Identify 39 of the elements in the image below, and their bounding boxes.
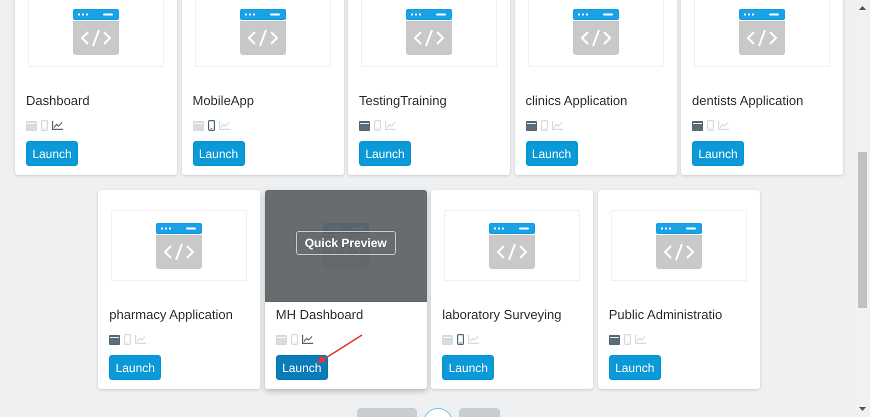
code-window-icon <box>489 222 536 268</box>
app-title: clinics Application <box>526 93 628 109</box>
app-title: MH Dashboard <box>276 307 364 323</box>
scroll-up-icon[interactable] <box>859 6 866 10</box>
scrollbar-thumb[interactable] <box>858 152 867 308</box>
launch-button[interactable]: Launch <box>192 141 244 166</box>
app-card[interactable]: Quick Preview MH Dashboard Launch <box>264 190 427 389</box>
code-window-icon <box>240 8 286 54</box>
app-title: pharmacy Application <box>109 307 234 323</box>
code-window-icon <box>572 8 618 54</box>
code-window-icon <box>406 8 452 54</box>
launch-button[interactable]: Launch <box>442 355 494 380</box>
launch-button[interactable]: Launch <box>276 355 328 380</box>
code-window-icon <box>739 8 785 54</box>
app-card[interactable]: pharmacy Application Launch <box>98 190 260 389</box>
scroll-down-icon[interactable] <box>859 407 866 411</box>
launch-button[interactable]: Launch <box>359 141 411 166</box>
app-title: TestingTraining <box>359 93 448 109</box>
launch-button[interactable]: Launch <box>526 141 578 166</box>
launch-button[interactable]: Launch <box>26 141 78 166</box>
app-card[interactable]: dentists Application Launch <box>681 0 843 175</box>
code-window-icon <box>156 222 202 268</box>
app-title: Public Administratio <box>608 307 724 323</box>
code-window-icon <box>73 8 119 54</box>
app-title: Dashboard <box>26 93 91 109</box>
launch-button[interactable]: Launch <box>109 355 162 380</box>
app-title: MobileApp <box>192 93 255 109</box>
app-card[interactable]: laboratory Surveying Launch <box>431 190 594 389</box>
launch-button[interactable]: Launch <box>608 355 661 380</box>
launch-button[interactable]: Launch <box>692 141 744 166</box>
app-card[interactable]: Public Administratio Launch <box>598 190 760 389</box>
app-card[interactable]: MobileApp Launch <box>182 0 344 175</box>
code-window-icon <box>656 222 702 268</box>
app-title: dentists Application <box>692 93 804 109</box>
app-card[interactable]: clinics Application Launch <box>514 0 676 175</box>
app-card[interactable]: Dashboard Launch <box>15 0 177 175</box>
app-card[interactable]: TestingTraining Launch <box>348 0 510 175</box>
quick-preview-button[interactable]: Quick Preview <box>296 231 396 255</box>
app-title: laboratory Surveying <box>442 307 562 323</box>
